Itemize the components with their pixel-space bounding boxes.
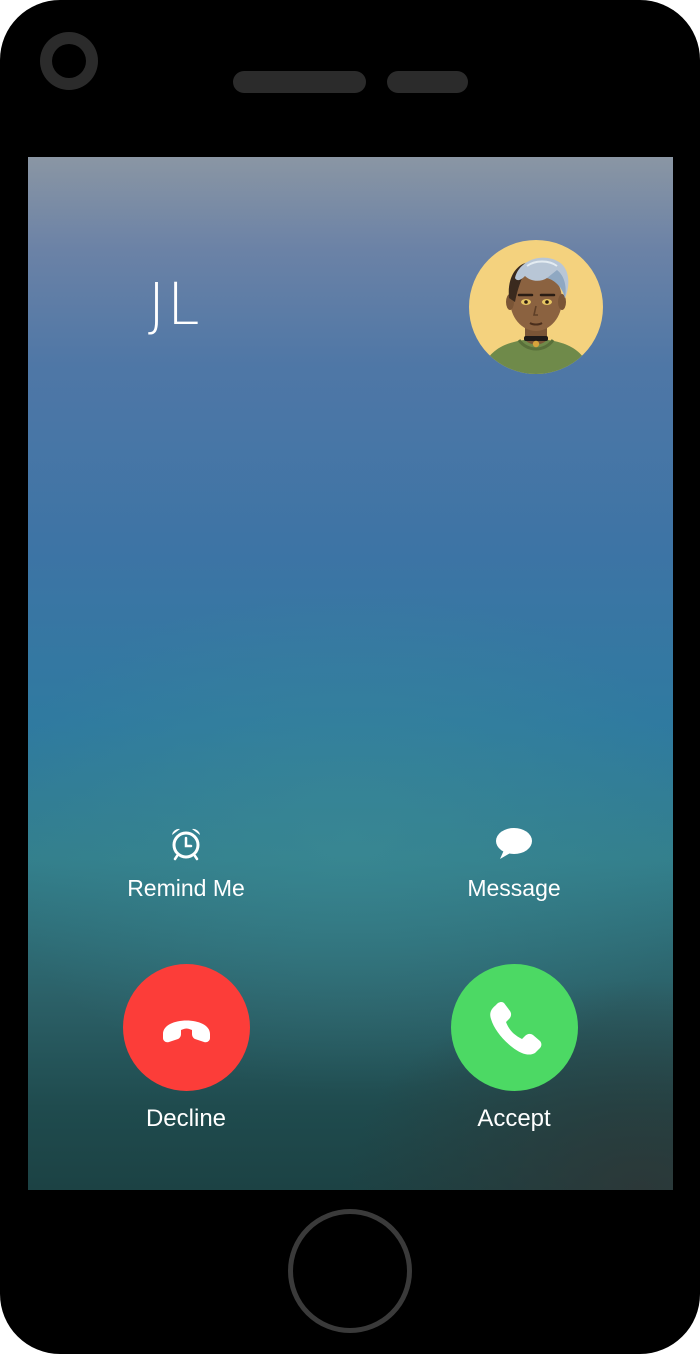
remind-me-label: Remind Me (127, 875, 245, 901)
phone-frame: JL Remind Me Message Decline Accept (0, 0, 700, 1354)
phone-hangup-icon (163, 1020, 210, 1043)
remind-me-button[interactable]: Remind Me (86, 825, 286, 902)
decline-label: Decline (145, 1105, 227, 1132)
avatar-illustration-icon (481, 257, 591, 374)
home-button[interactable] (288, 1209, 412, 1333)
caller-avatar (469, 240, 603, 374)
accept-button[interactable] (451, 964, 578, 1091)
front-camera (40, 32, 98, 90)
incoming-call-screen: JL Remind Me Message Decline Accept (28, 157, 673, 1190)
sensor-bar (387, 71, 468, 93)
message-button[interactable]: Message (414, 825, 614, 902)
earpiece-speaker (233, 71, 366, 93)
decline-button[interactable] (123, 964, 250, 1091)
phone-icon (490, 1001, 542, 1055)
speech-bubble-icon (496, 828, 532, 859)
alarm-clock-icon (172, 828, 200, 861)
accept-label: Accept (477, 1105, 551, 1132)
caller-name: JL (148, 270, 202, 338)
message-label: Message (467, 875, 561, 901)
